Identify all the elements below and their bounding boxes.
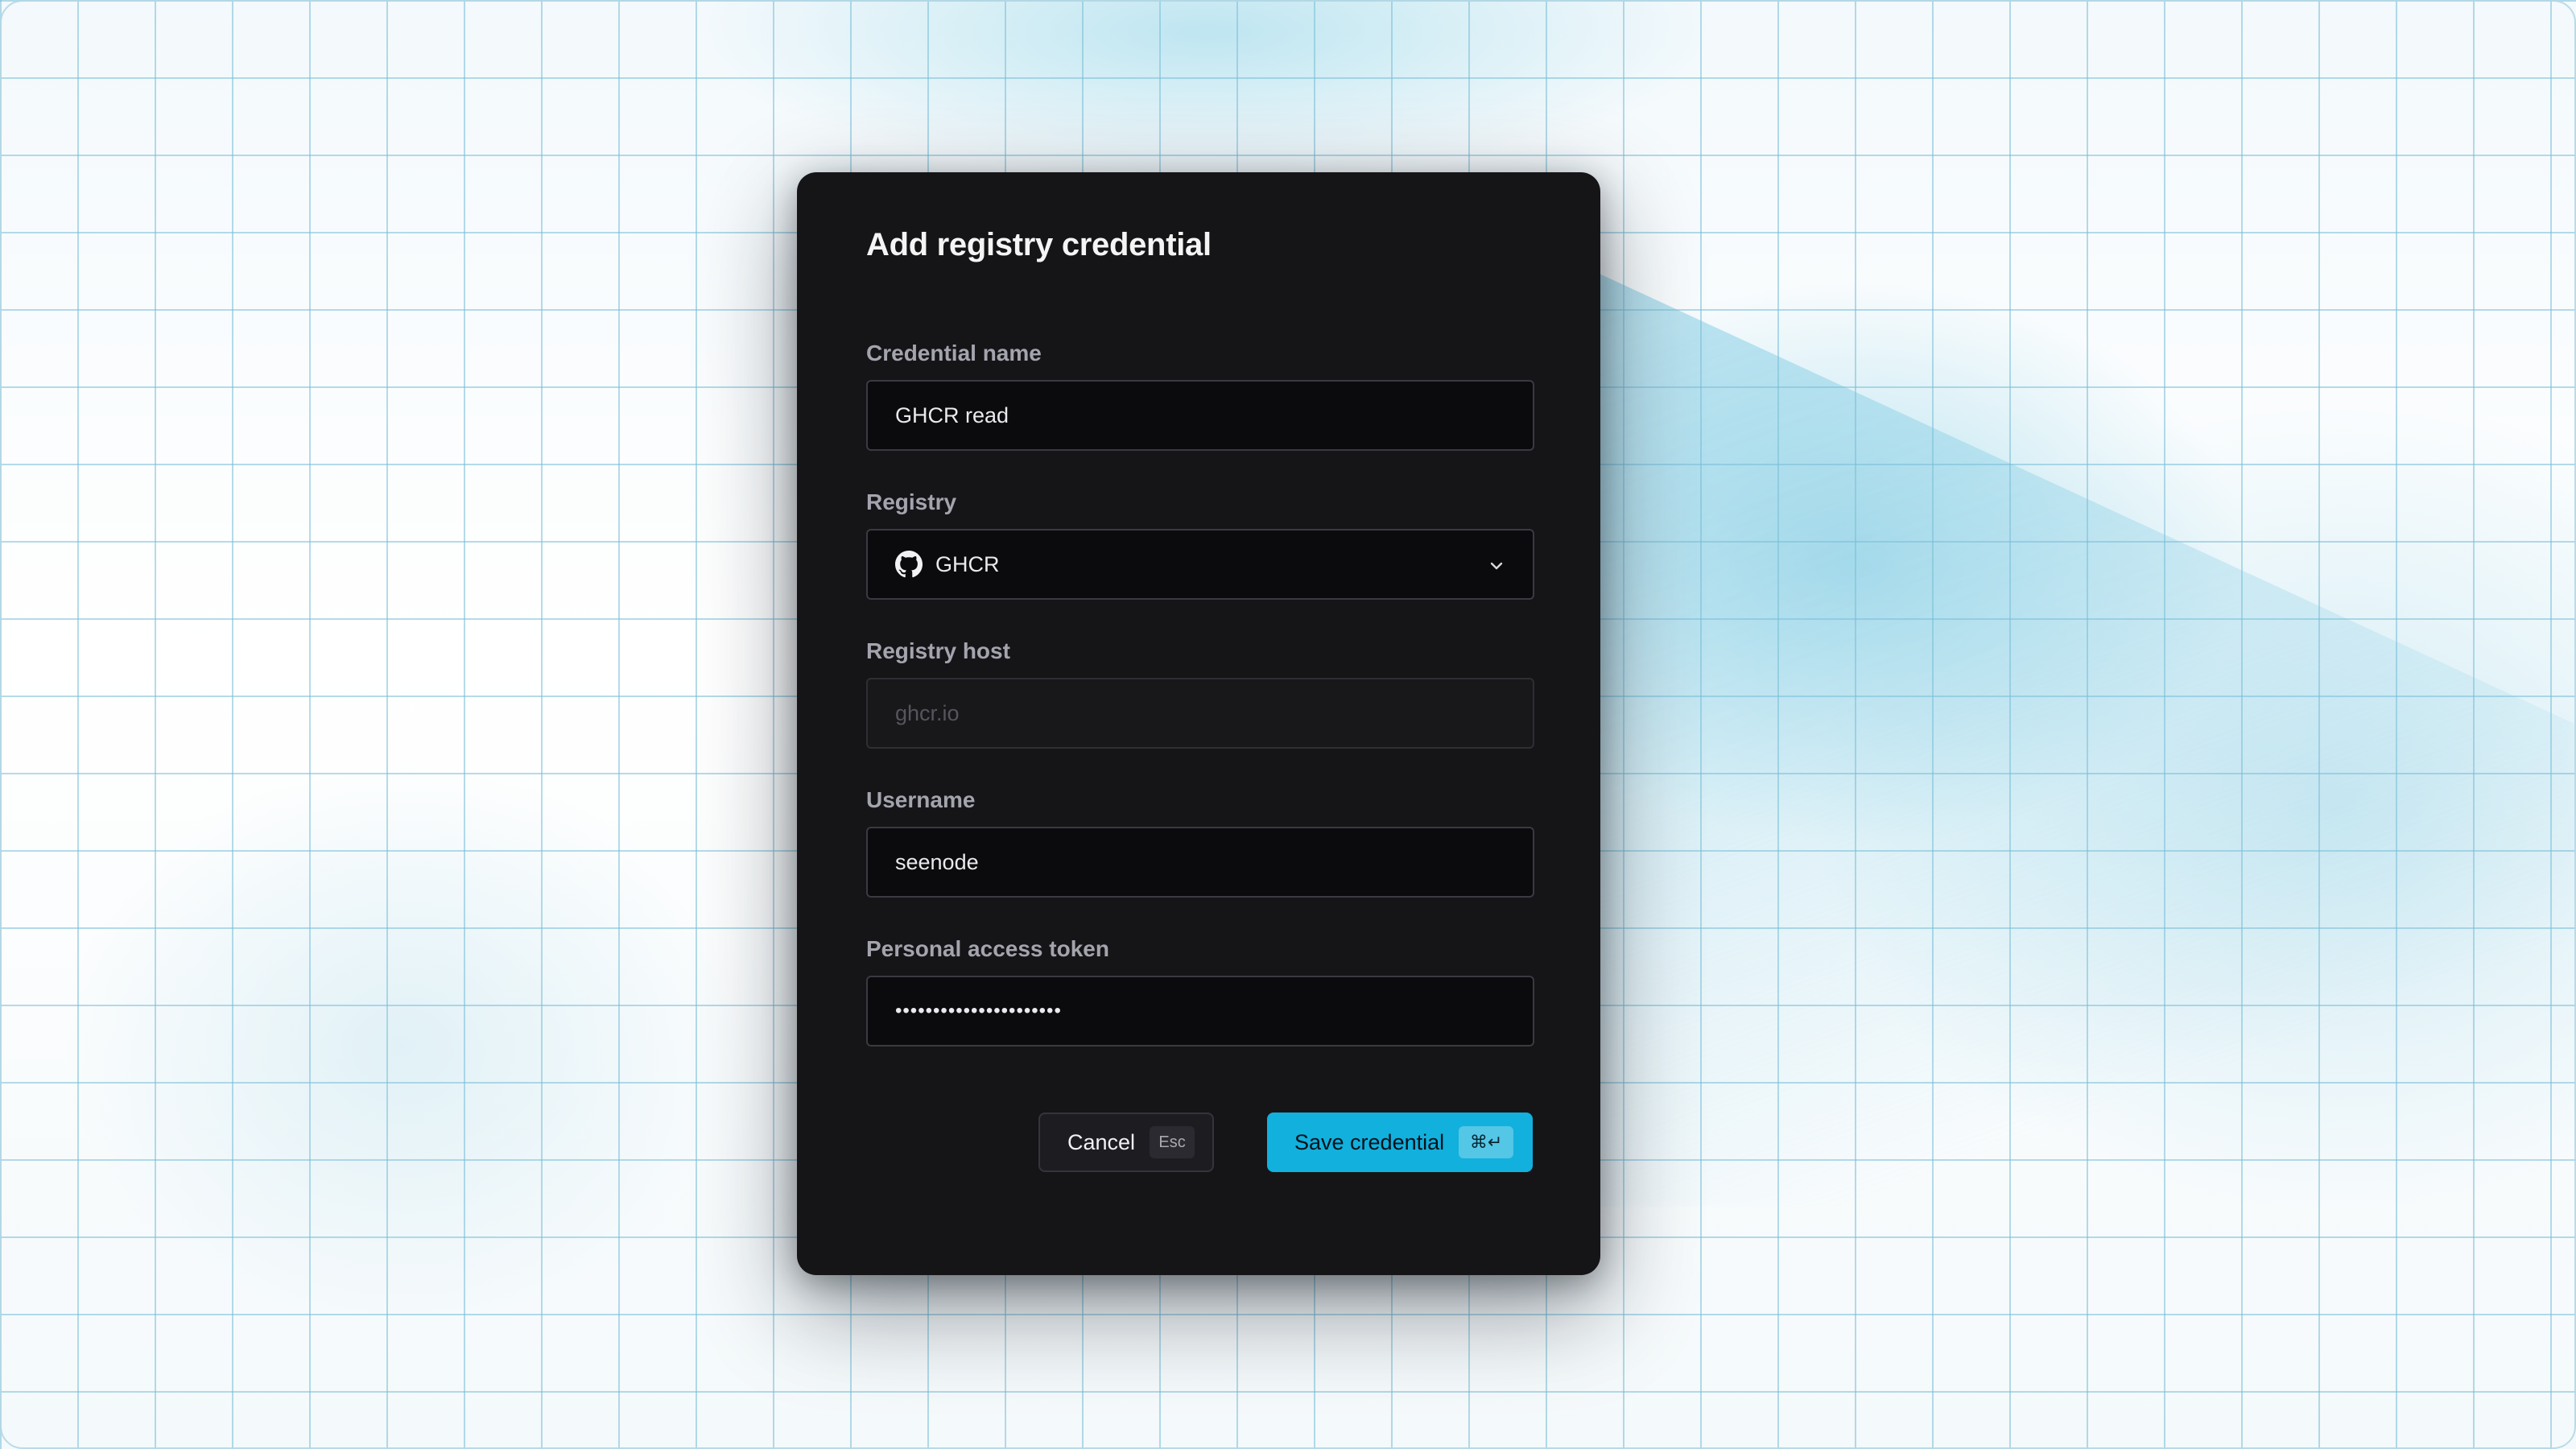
registry-host-input[interactable]: ghcr.io [866, 678, 1534, 749]
username-field: Username seenode [866, 786, 1534, 898]
token-masked-value: •••••••••••••••••••••• [895, 1000, 1062, 1022]
registry-host-field: Registry host ghcr.io [866, 638, 1534, 749]
save-credential-button[interactable]: Save credential ⌘↵ [1267, 1113, 1533, 1172]
chevron-down-icon [1488, 555, 1505, 573]
cancel-button-label: Cancel [1067, 1129, 1136, 1154]
registry-field: Registry GHCR [866, 489, 1534, 600]
save-button-label: Save credential [1294, 1129, 1445, 1154]
credential-name-label: Credential name [866, 341, 1042, 365]
github-icon [895, 551, 923, 578]
username-value: seenode [895, 849, 979, 874]
token-field: Personal access token ••••••••••••••••••… [866, 935, 1534, 1046]
username-input[interactable]: seenode [866, 827, 1534, 898]
token-label: Personal access token [866, 936, 1109, 961]
credential-name-input[interactable]: GHCR read [866, 380, 1534, 451]
registry-value: GHCR [935, 551, 1000, 576]
registry-host-placeholder: ghcr.io [895, 700, 960, 725]
registry-select[interactable]: GHCR [866, 529, 1534, 600]
registry-label: Registry [866, 489, 957, 514]
registry-host-label: Registry host [866, 638, 1010, 663]
cancel-button[interactable]: Cancel Esc [1038, 1113, 1214, 1172]
credential-name-field: Credential name GHCR read [866, 340, 1534, 451]
username-label: Username [866, 787, 976, 812]
esc-shortcut-badge: Esc [1150, 1126, 1195, 1158]
add-credential-dialog: Add registry credential Credential name … [797, 172, 1600, 1275]
token-input[interactable]: •••••••••••••••••••••• [866, 976, 1534, 1046]
dialog-title: Add registry credential [866, 227, 1212, 262]
cmd-enter-shortcut-badge: ⌘↵ [1459, 1126, 1514, 1158]
credential-name-value: GHCR read [895, 402, 1009, 427]
